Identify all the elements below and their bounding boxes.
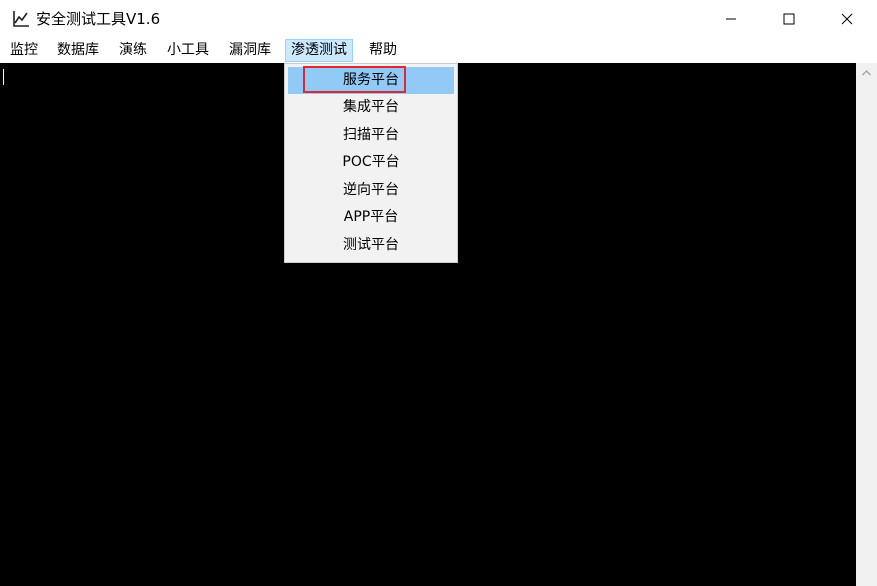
maximize-button[interactable] (760, 0, 818, 38)
menu-item-poc-platform[interactable]: POC平台 (288, 149, 454, 176)
title-bar[interactable]: 安全测试工具V1.6 (0, 0, 877, 38)
menu-item-reverse-platform[interactable]: 逆向平台 (288, 177, 454, 204)
menu-item-integration-platform[interactable]: 集成平台 (288, 94, 454, 121)
chart-line-icon (13, 11, 29, 27)
maximize-icon (783, 13, 795, 25)
minimize-button[interactable] (702, 0, 760, 38)
text-caret (3, 69, 4, 85)
app-window: 安全测试工具V1.6 监控 数据库 演练 小工具 漏洞库 渗透测试 帮助 服务平… (0, 0, 877, 586)
minimize-icon (726, 18, 736, 20)
window-title: 安全测试工具V1.6 (36, 10, 161, 28)
vertical-scrollbar[interactable] (856, 63, 877, 586)
chevron-up-icon (862, 70, 871, 76)
menu-item-app-platform[interactable]: APP平台 (288, 204, 454, 231)
menu-drill[interactable]: 演练 (114, 39, 152, 62)
scroll-up-button[interactable] (856, 63, 877, 83)
menu-monitor[interactable]: 监控 (5, 39, 43, 62)
menu-help[interactable]: 帮助 (364, 39, 402, 62)
close-icon (841, 13, 853, 25)
menu-item-service-platform[interactable]: 服务平台 (288, 67, 454, 94)
menu-tools[interactable]: 小工具 (162, 39, 214, 62)
menu-item-scan-platform[interactable]: 扫描平台 (288, 122, 454, 149)
menu-pentest[interactable]: 渗透测试 (285, 39, 353, 62)
menu-database[interactable]: 数据库 (52, 39, 104, 62)
menu-bar: 监控 数据库 演练 小工具 漏洞库 渗透测试 帮助 (0, 38, 877, 63)
menu-vuln-db[interactable]: 漏洞库 (224, 39, 276, 62)
close-button[interactable] (818, 0, 876, 38)
pentest-dropdown-menu: 服务平台 集成平台 扫描平台 POC平台 逆向平台 APP平台 测试平台 (284, 63, 458, 263)
menu-item-test-platform[interactable]: 测试平台 (288, 232, 454, 259)
